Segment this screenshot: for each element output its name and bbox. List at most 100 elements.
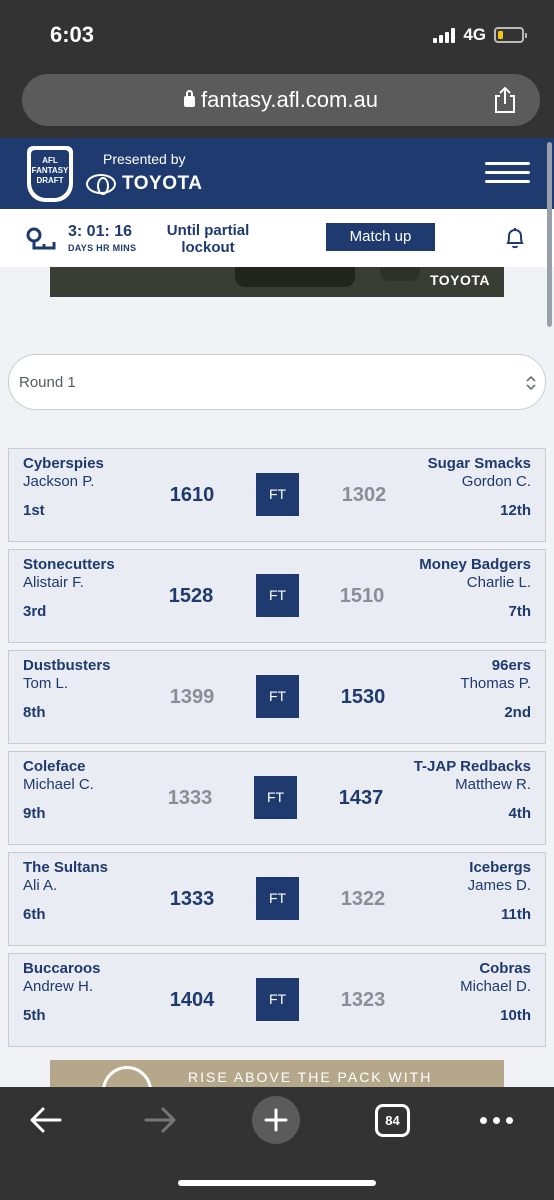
away-team-block: Cobras Michael D. 10th xyxy=(460,960,531,1024)
chevron-updown-icon xyxy=(526,375,536,391)
back-arrow-icon[interactable] xyxy=(28,1105,64,1135)
url-text: fantasy.afl.com.au xyxy=(201,87,378,112)
away-team-name: Money Badgers xyxy=(419,556,531,573)
away-team-name: Cobras xyxy=(479,960,531,977)
home-coach-name: Andrew H. xyxy=(23,978,94,995)
match-status: FT xyxy=(256,574,299,617)
afl-fantasy-logo[interactable]: AFL FANTASY DRAFT xyxy=(27,146,73,202)
bell-icon[interactable] xyxy=(505,227,525,249)
home-rank: 9th xyxy=(23,805,46,822)
home-score: 1399 xyxy=(169,686,215,708)
away-score: 1322 xyxy=(340,888,386,910)
match-card[interactable]: Cyberspies Jackson P. 1st 1610 FT 1302 S… xyxy=(8,448,546,542)
url-display[interactable]: fantasy.afl.com.au xyxy=(22,87,540,113)
spacer xyxy=(0,297,554,325)
menu-icon[interactable] xyxy=(485,162,530,184)
home-team-name: Cyberspies xyxy=(23,455,104,472)
away-rank: 4th xyxy=(508,805,532,822)
match-card[interactable]: Buccaroos Andrew H. 5th 1404 FT 1323 Cob… xyxy=(8,953,546,1047)
away-score: 1510 xyxy=(339,585,385,607)
scrollbar[interactable] xyxy=(547,142,552,327)
match-status: FT xyxy=(256,978,299,1021)
away-score: 1437 xyxy=(338,787,384,809)
home-team-name: Buccaroos xyxy=(23,960,101,977)
away-coach-name: Charlie L. xyxy=(466,574,531,591)
home-rank: 1st xyxy=(23,502,45,519)
away-score: 1302 xyxy=(341,484,387,506)
away-score: 1530 xyxy=(340,686,386,708)
status-right: 4G xyxy=(433,25,527,45)
home-team-block: The Sultans Ali A. 6th xyxy=(23,859,108,923)
home-indicator[interactable] xyxy=(178,1180,376,1186)
lock-icon xyxy=(184,90,196,107)
match-up-button[interactable]: Match up xyxy=(326,223,435,251)
round-select[interactable]: Round 1 xyxy=(8,354,546,410)
home-rank: 6th xyxy=(23,906,46,923)
tabs-count-button[interactable]: 84 xyxy=(375,1104,410,1137)
away-rank: 10th xyxy=(500,1007,531,1024)
key-lock-icon xyxy=(26,227,56,250)
match-status: FT xyxy=(256,675,299,718)
match-card[interactable]: Stonecutters Alistair F. 3rd 1528 FT 151… xyxy=(8,549,546,643)
home-rank: 5th xyxy=(23,1007,46,1024)
away-coach-name: James D. xyxy=(467,877,531,894)
home-score: 1528 xyxy=(168,585,214,607)
away-coach-name: Michael D. xyxy=(460,978,531,995)
home-coach-name: Jackson P. xyxy=(23,473,95,490)
away-rank: 2nd xyxy=(504,704,531,721)
share-icon[interactable] xyxy=(492,86,518,114)
away-team-block: 96ers Thomas P. 2nd xyxy=(460,657,531,721)
address-bar[interactable]: fantasy.afl.com.au xyxy=(22,74,540,126)
away-team-name: 96ers xyxy=(491,657,531,674)
ad-banner-top[interactable]: TOYOTA xyxy=(50,267,504,297)
logo-text: AFL FANTASY DRAFT xyxy=(31,150,69,198)
away-team-name: T-JAP Redbacks xyxy=(413,758,531,775)
home-team-block: Cyberspies Jackson P. 1st xyxy=(23,455,104,519)
home-score: 1404 xyxy=(169,989,215,1011)
site-header: AFL FANTASY DRAFT Presented by TOYOTA xyxy=(0,138,554,209)
away-team-block: T-JAP Redbacks Matthew R. 4th xyxy=(414,758,531,822)
new-tab-button[interactable] xyxy=(252,1096,300,1144)
home-coach-name: Alistair F. xyxy=(23,574,84,591)
away-coach-name: Gordon C. xyxy=(461,473,531,490)
plus-icon xyxy=(264,1108,288,1132)
home-team-block: Dustbusters Tom L. 8th xyxy=(23,657,111,721)
match-status: FT xyxy=(256,473,299,516)
countdown-value: 3: 01: 16 xyxy=(68,223,133,240)
ad-brand: TOYOTA xyxy=(429,272,490,288)
away-score: 1323 xyxy=(340,989,386,1011)
ad-banner-bottom[interactable]: RISE ABOVE THE PACK WITH xyxy=(50,1060,504,1090)
home-team-block: Stonecutters Alistair F. 3rd xyxy=(23,556,115,620)
home-team-name: Stonecutters xyxy=(23,556,115,573)
sponsor-name: TOYOTA xyxy=(122,173,203,194)
away-team-block: Money Badgers Charlie L. 7th xyxy=(419,556,531,620)
lockout-countdown-bar: 3: 01: 16 DAYS HR MINS Until partial loc… xyxy=(0,209,554,267)
away-rank: 12th xyxy=(500,502,531,519)
match-status: FT xyxy=(256,877,299,920)
ad-car-image xyxy=(235,267,355,287)
away-team-block: Sugar Smacks Gordon C. 12th xyxy=(428,455,531,519)
round-select-value: Round 1 xyxy=(19,374,76,391)
home-team-block: Coleface Michael C. 9th xyxy=(23,758,94,822)
forward-arrow-icon[interactable] xyxy=(142,1105,178,1135)
match-status: FT xyxy=(254,776,297,819)
match-card[interactable]: Coleface Michael C. 9th 1333 FT 1437 T-J… xyxy=(8,751,546,845)
until-lockout-label: Until partial lockout xyxy=(166,222,250,256)
home-rank: 8th xyxy=(23,704,46,721)
match-card[interactable]: Dustbusters Tom L. 8th 1399 FT 1530 96er… xyxy=(8,650,546,744)
away-team-block: Icebergs James D. 11th xyxy=(468,859,531,923)
sponsor-logo: TOYOTA xyxy=(86,173,202,195)
status-time: 6:03 xyxy=(50,22,95,47)
status-bar: 6:03 4G xyxy=(0,0,554,70)
ad-car-image xyxy=(380,267,420,281)
home-score: 1333 xyxy=(169,888,215,910)
network-label: 4G xyxy=(463,25,486,44)
home-coach-name: Ali A. xyxy=(23,877,58,894)
browser-url-area: fantasy.afl.com.au xyxy=(0,70,554,138)
battery-icon xyxy=(494,27,527,43)
more-icon[interactable] xyxy=(480,1117,513,1124)
away-coach-name: Thomas P. xyxy=(460,675,531,692)
away-rank: 7th xyxy=(508,603,532,620)
away-coach-name: Matthew R. xyxy=(455,776,531,793)
match-card[interactable]: The Sultans Ali A. 6th 1333 FT 1322 Iceb… xyxy=(8,852,546,946)
